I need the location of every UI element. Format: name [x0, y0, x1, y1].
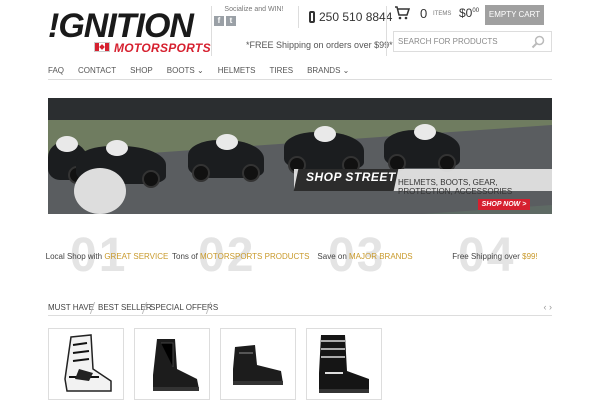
- phone-icon: [309, 11, 315, 23]
- cart-total-amount: $0: [459, 6, 473, 20]
- social-label: Socialize and WIN!: [224, 6, 284, 13]
- product-card[interactable]: [134, 328, 210, 400]
- nav-item-tires[interactable]: TIRES: [270, 62, 294, 79]
- phone-text: 250 510 8844: [319, 10, 393, 24]
- hero-rider-image: [384, 124, 460, 172]
- logo-wordmark: !GNITION: [48, 7, 194, 45]
- product-image-boot-short: [233, 345, 283, 385]
- hero-title: SHOP STREET: [306, 170, 396, 184]
- header-divider: [298, 6, 299, 28]
- cart-total: $000: [459, 6, 479, 20]
- cart-total-cents: 00: [472, 8, 480, 14]
- search-box: [393, 31, 552, 52]
- feature-item: 04 Free Shipping over $99!: [432, 230, 558, 282]
- nav-item-brands[interactable]: BRANDS ⌄: [307, 62, 349, 79]
- product-image-boot-white: [64, 334, 112, 392]
- phone-number[interactable]: 250 510 8844: [309, 10, 392, 24]
- hero-helmet-foreground: [74, 168, 126, 214]
- feature-item: 03 Save on MAJOR BRANDS: [302, 230, 428, 282]
- product-card[interactable]: [48, 328, 124, 400]
- hero-rider-image: [284, 126, 364, 174]
- nav-item-contact[interactable]: CONTACT: [78, 62, 116, 79]
- empty-cart-button[interactable]: EMPTY CART: [485, 5, 544, 25]
- header-divider: [211, 6, 212, 56]
- hero-subtitle: HELMETS, BOOTS, GEAR, PROTECTION, ACCESS…: [398, 178, 513, 196]
- site-logo[interactable]: !GNITION MOTORSPORTS: [48, 7, 211, 56]
- product-card[interactable]: [306, 328, 382, 400]
- feature-text: Local Shop with GREAT SERVICE: [45, 252, 169, 261]
- product-card[interactable]: [220, 328, 296, 400]
- product-tabs: MUST HAVE BEST SELLER SPECIAL OFFERS ‹ ›: [48, 302, 552, 316]
- nav-item-faq[interactable]: FAQ: [48, 62, 64, 79]
- header-divider: [386, 6, 387, 56]
- feature-text: Tons of MOTORSPORTS PRODUCTS: [172, 252, 310, 261]
- carousel-next-icon[interactable]: ›: [549, 302, 552, 312]
- carousel-arrows: ‹ ›: [543, 302, 552, 312]
- nav-item-shop[interactable]: SHOP: [130, 62, 153, 79]
- canada-flag-icon: [94, 42, 110, 52]
- social-block: Socialize and WIN! f t: [214, 6, 294, 26]
- twitter-icon[interactable]: t: [226, 16, 236, 26]
- hero-rider-image: [188, 134, 264, 182]
- feature-text: Save on MAJOR BRANDS: [317, 252, 413, 261]
- logo-subtitle: MOTORSPORTS: [114, 41, 211, 55]
- nav-item-boots[interactable]: BOOTS ⌄: [167, 62, 204, 79]
- feature-text: Free Shipping over $99!: [452, 252, 538, 261]
- cart-item-count: 0: [420, 6, 428, 21]
- product-image-boot-racing: [319, 335, 369, 393]
- feature-item: 02 Tons of MOTORSPORTS PRODUCTS: [172, 230, 310, 282]
- hero-banner[interactable]: SHOP STREET HELMETS, BOOTS, GEAR, PROTEC…: [48, 98, 552, 214]
- main-nav: FAQ CONTACT SHOP BOOTS ⌄ HELMETS TIRES B…: [48, 62, 552, 80]
- feature-item: 01 Local Shop with GREAT SERVICE: [44, 230, 170, 282]
- search-input[interactable]: [398, 32, 528, 51]
- shop-now-button[interactable]: SHOP NOW >: [478, 199, 530, 210]
- cart-items-label: ITEMS: [433, 11, 452, 17]
- carousel-prev-icon[interactable]: ‹: [543, 302, 546, 312]
- tab-must-have[interactable]: MUST HAVE: [48, 302, 94, 314]
- facebook-icon[interactable]: f: [214, 16, 224, 26]
- free-shipping-note: *FREE Shipping on orders over $99*: [246, 40, 393, 50]
- search-icon[interactable]: [531, 35, 545, 49]
- shopping-cart-icon[interactable]: [394, 6, 410, 20]
- nav-item-helmets[interactable]: HELMETS: [218, 62, 256, 79]
- product-image-boot-black: [153, 339, 199, 391]
